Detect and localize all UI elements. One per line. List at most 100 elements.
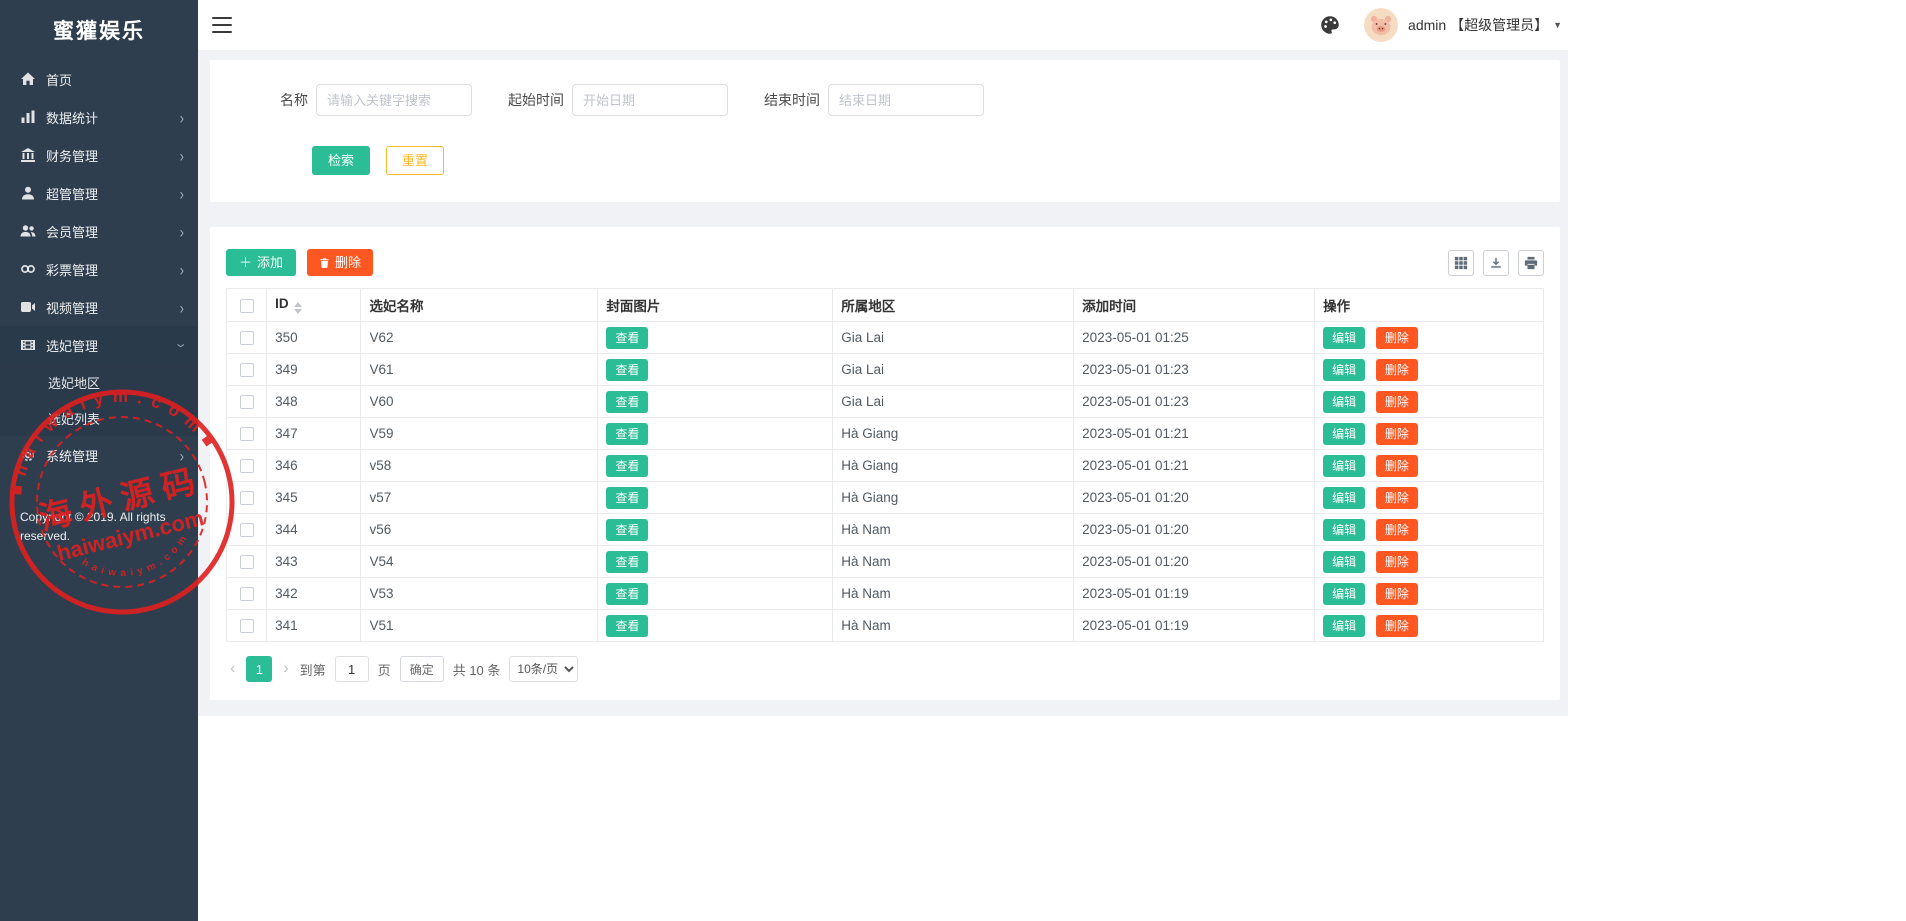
prev-page-button[interactable]: ‹ xyxy=(228,660,237,678)
chevron-right-icon: › xyxy=(180,261,184,278)
sidebar-item-system[interactable]: 系统管理 › xyxy=(0,436,198,474)
edit-button[interactable]: 编辑 xyxy=(1323,551,1365,573)
row-delete-button[interactable]: 删除 xyxy=(1376,423,1418,445)
export-button[interactable] xyxy=(1483,250,1509,276)
edit-button[interactable]: 编辑 xyxy=(1323,423,1365,445)
select-all-checkbox[interactable] xyxy=(240,299,254,313)
sidebar: 蜜獾娱乐 首页 数据统计 › 财务管理 › 超管管理 xyxy=(0,0,198,921)
edit-button[interactable]: 编辑 xyxy=(1323,391,1365,413)
view-cover-button[interactable]: 查看 xyxy=(606,519,648,541)
edit-button[interactable]: 编辑 xyxy=(1323,359,1365,381)
avatar[interactable] xyxy=(1364,8,1398,42)
row-delete-button[interactable]: 删除 xyxy=(1376,583,1418,605)
row-delete-button[interactable]: 删除 xyxy=(1376,391,1418,413)
table-row: 348 V60 查看 Gia Lai 2023-05-01 01:23 编辑 删… xyxy=(227,386,1544,418)
table-panel: ＋ 添加 删除 xyxy=(210,227,1560,700)
edit-button[interactable]: 编辑 xyxy=(1323,583,1365,605)
cell-name: v58 xyxy=(361,450,598,482)
edit-button[interactable]: 编辑 xyxy=(1323,455,1365,477)
sidebar-item-video[interactable]: 视频管理 › xyxy=(0,288,198,326)
sidebar-item-concubine-region[interactable]: 选妃地区 xyxy=(0,364,198,400)
theme-palette-icon[interactable] xyxy=(1320,15,1340,35)
cell-name: v56 xyxy=(361,514,598,546)
search-button[interactable]: 检索 xyxy=(312,146,370,175)
row-checkbox[interactable] xyxy=(240,395,254,409)
cell-region: Gia Lai xyxy=(833,386,1074,418)
view-cover-button[interactable]: 查看 xyxy=(606,391,648,413)
page-1-button[interactable]: 1 xyxy=(246,656,272,682)
row-delete-button[interactable]: 删除 xyxy=(1376,327,1418,349)
column-header-id[interactable]: ID xyxy=(267,289,361,322)
row-checkbox[interactable] xyxy=(240,427,254,441)
row-checkbox[interactable] xyxy=(240,363,254,377)
home-icon xyxy=(20,71,36,87)
sidebar-item-stats[interactable]: 数据统计 › xyxy=(0,98,198,136)
edit-button[interactable]: 编辑 xyxy=(1323,519,1365,541)
row-delete-button[interactable]: 删除 xyxy=(1376,359,1418,381)
search-keyword-input[interactable] xyxy=(316,84,472,116)
view-cover-button[interactable]: 查看 xyxy=(606,359,648,381)
hamburger-icon[interactable] xyxy=(212,17,232,33)
sidebar-item-label: 首页 xyxy=(46,70,72,89)
view-cover-button[interactable]: 查看 xyxy=(606,423,648,445)
end-date-input[interactable] xyxy=(828,84,984,116)
row-checkbox[interactable] xyxy=(240,331,254,345)
sidebar-item-concubine-list[interactable]: 选妃列表 xyxy=(0,400,198,436)
goto-page-input[interactable] xyxy=(335,656,369,682)
user-menu[interactable]: admin 【超级管理员】 ▼ xyxy=(1408,15,1562,35)
row-checkbox[interactable] xyxy=(240,619,254,633)
cell-region: Hà Nam xyxy=(833,578,1074,610)
cell-time: 2023-05-01 01:25 xyxy=(1074,322,1315,354)
add-button[interactable]: ＋ 添加 xyxy=(226,249,296,276)
view-cover-button[interactable]: 查看 xyxy=(606,487,648,509)
sidebar-item-label: 系统管理 xyxy=(46,446,98,465)
top-header: admin 【超级管理员】 ▼ xyxy=(198,0,1568,50)
row-delete-button[interactable]: 删除 xyxy=(1376,487,1418,509)
page-size-select[interactable]: 10条/页 xyxy=(509,656,578,682)
view-cover-button[interactable]: 查看 xyxy=(606,551,648,573)
view-cover-button[interactable]: 查看 xyxy=(606,583,648,605)
next-page-button[interactable]: › xyxy=(281,660,290,678)
bar-chart-icon xyxy=(20,109,36,125)
sort-icon[interactable] xyxy=(294,302,302,314)
reset-button[interactable]: 重置 xyxy=(386,146,444,175)
column-header-actions: 操作 xyxy=(1315,289,1544,322)
sidebar-item-finance[interactable]: 财务管理 › xyxy=(0,136,198,174)
start-time-label: 起始时间 xyxy=(508,90,564,110)
print-button[interactable] xyxy=(1518,250,1544,276)
bulk-delete-button[interactable]: 删除 xyxy=(307,249,373,276)
row-checkbox[interactable] xyxy=(240,459,254,473)
sidebar-item-superadmin[interactable]: 超管管理 › xyxy=(0,174,198,212)
view-cover-button[interactable]: 查看 xyxy=(606,327,648,349)
sidebar-item-lottery[interactable]: 彩票管理 › xyxy=(0,250,198,288)
sidebar-item-home[interactable]: 首页 xyxy=(0,60,198,98)
dropdown-caret-icon: ▼ xyxy=(1553,20,1562,30)
edit-button[interactable]: 编辑 xyxy=(1323,615,1365,637)
app-logo: 蜜獾娱乐 xyxy=(0,0,198,60)
goto-confirm-button[interactable]: 确定 xyxy=(400,656,444,682)
sidebar-item-label: 超管管理 xyxy=(46,184,98,203)
row-checkbox[interactable] xyxy=(240,491,254,505)
sidebar-item-members[interactable]: 会员管理 › xyxy=(0,212,198,250)
start-date-input[interactable] xyxy=(572,84,728,116)
view-cover-button[interactable]: 查看 xyxy=(606,455,648,477)
row-checkbox[interactable] xyxy=(240,587,254,601)
row-delete-button[interactable]: 删除 xyxy=(1376,615,1418,637)
chevron-right-icon: › xyxy=(180,109,184,126)
edit-button[interactable]: 编辑 xyxy=(1323,487,1365,509)
row-delete-button[interactable]: 删除 xyxy=(1376,455,1418,477)
row-delete-button[interactable]: 删除 xyxy=(1376,551,1418,573)
edit-button[interactable]: 编辑 xyxy=(1323,327,1365,349)
row-checkbox[interactable] xyxy=(240,523,254,537)
table-toolbar: ＋ 添加 删除 xyxy=(226,249,1544,276)
columns-toggle-button[interactable] xyxy=(1448,250,1474,276)
cell-region: Hà Nam xyxy=(833,546,1074,578)
sidebar-item-concubine[interactable]: 选妃管理 › xyxy=(0,326,198,364)
view-cover-button[interactable]: 查看 xyxy=(606,615,648,637)
trash-icon xyxy=(319,257,330,269)
users-icon xyxy=(20,223,36,239)
cell-id: 345 xyxy=(267,482,361,514)
row-checkbox[interactable] xyxy=(240,555,254,569)
cell-name: V53 xyxy=(361,578,598,610)
row-delete-button[interactable]: 删除 xyxy=(1376,519,1418,541)
